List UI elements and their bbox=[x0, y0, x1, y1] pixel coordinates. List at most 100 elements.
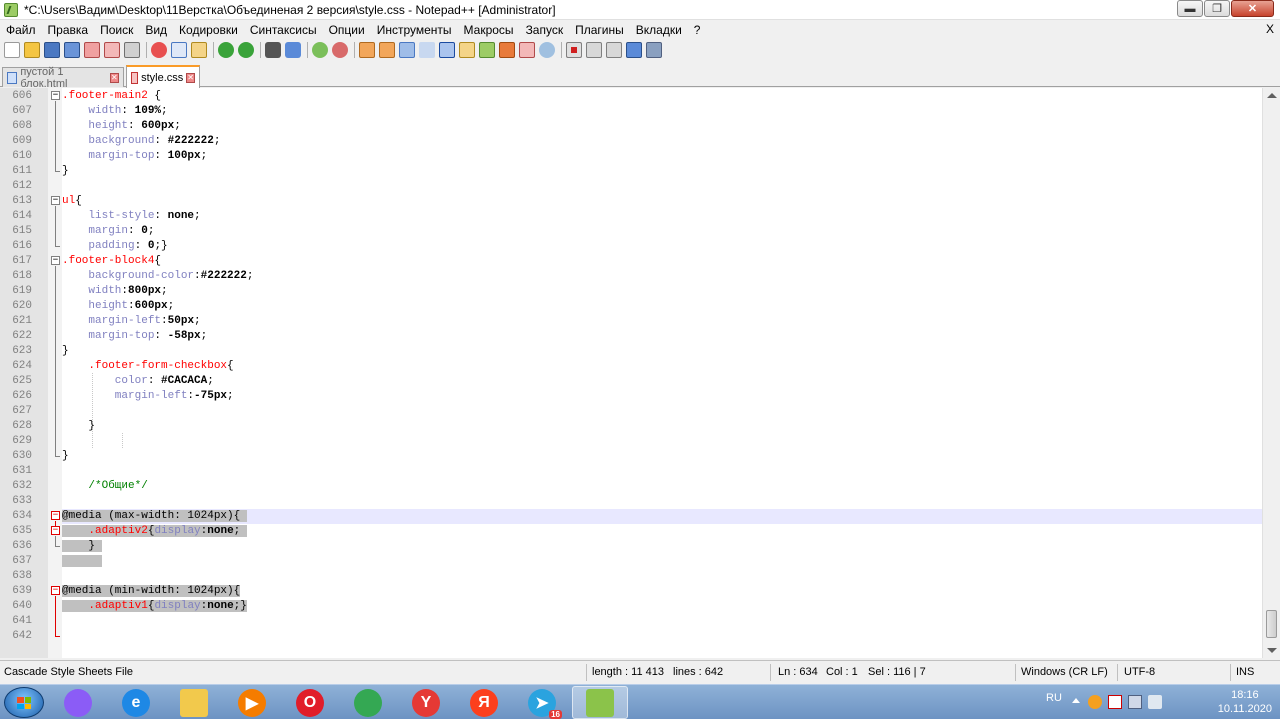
tray-app-icon[interactable] bbox=[1088, 695, 1102, 709]
menu-edit[interactable]: Правка bbox=[48, 23, 89, 37]
menu-macro[interactable]: Макросы bbox=[464, 23, 514, 37]
code-line[interactable] bbox=[62, 179, 1262, 194]
code-line[interactable]: width: 109%; bbox=[62, 104, 1262, 119]
folder-workspace-icon[interactable] bbox=[519, 42, 535, 58]
zoom-out-icon[interactable] bbox=[332, 42, 348, 58]
scrollbar-thumb[interactable] bbox=[1266, 610, 1277, 638]
taskbar-alice[interactable] bbox=[50, 686, 106, 719]
minimize-button[interactable]: ▬ bbox=[1177, 0, 1203, 17]
taskbar-opera[interactable]: O bbox=[282, 686, 338, 719]
code-line[interactable] bbox=[62, 464, 1262, 479]
fold-toggle-icon[interactable]: − bbox=[51, 526, 60, 535]
code-line[interactable]: .footer-form-checkbox{ bbox=[62, 359, 1262, 374]
taskbar-file-explorer[interactable] bbox=[166, 686, 222, 719]
taskbar-media-player[interactable]: ▶ bbox=[224, 686, 280, 719]
start-button[interactable] bbox=[4, 687, 44, 718]
code-line[interactable]: margin: 0; bbox=[62, 224, 1262, 239]
sync-horizontal-icon[interactable] bbox=[379, 42, 395, 58]
code-line[interactable]: /*Общие*/ bbox=[62, 479, 1262, 494]
code-line[interactable] bbox=[62, 554, 1262, 569]
paste-icon[interactable] bbox=[191, 42, 207, 58]
close-all-icon[interactable] bbox=[104, 42, 120, 58]
zoom-in-icon[interactable] bbox=[312, 42, 328, 58]
code-line[interactable]: .footer-block4{ bbox=[62, 254, 1262, 269]
maximize-button[interactable]: ❐ bbox=[1204, 0, 1230, 17]
tab-close-icon[interactable]: ✕ bbox=[186, 72, 195, 83]
action-center-flag-icon[interactable] bbox=[1108, 695, 1122, 709]
menu-plugins[interactable]: Плагины bbox=[575, 23, 624, 37]
close-file-icon[interactable] bbox=[84, 42, 100, 58]
code-line[interactable]: background-color:#222222; bbox=[62, 269, 1262, 284]
word-wrap-icon[interactable] bbox=[399, 42, 415, 58]
show-hidden-icons-icon[interactable] bbox=[1072, 698, 1080, 703]
fold-toggle-icon[interactable]: − bbox=[51, 196, 60, 205]
define-language-icon[interactable] bbox=[459, 42, 475, 58]
taskbar-internet-explorer[interactable]: e bbox=[108, 686, 164, 719]
play-multiple-macro-icon[interactable] bbox=[626, 42, 642, 58]
code-line[interactable]: @media (min-width: 1024px){ bbox=[62, 584, 1262, 599]
taskbar-telegram[interactable]: ➤ 16 bbox=[514, 686, 570, 719]
code-line[interactable]: margin-left:-75px; bbox=[62, 389, 1262, 404]
monitoring-eye-icon[interactable] bbox=[539, 42, 555, 58]
menu-window[interactable]: Вкладки bbox=[636, 23, 682, 37]
open-file-icon[interactable] bbox=[24, 42, 40, 58]
code-line[interactable] bbox=[62, 614, 1262, 629]
code-line[interactable]: margin-left:50px; bbox=[62, 314, 1262, 329]
sync-vertical-icon[interactable] bbox=[359, 42, 375, 58]
menu-view[interactable]: Вид bbox=[145, 23, 167, 37]
code-line[interactable]: } bbox=[62, 539, 1262, 554]
code-line[interactable]: padding: 0;} bbox=[62, 239, 1262, 254]
code-line[interactable] bbox=[62, 404, 1262, 419]
fold-toggle-icon[interactable]: − bbox=[51, 511, 60, 520]
new-file-icon[interactable] bbox=[4, 42, 20, 58]
play-macro-icon[interactable] bbox=[606, 42, 622, 58]
vertical-scrollbar[interactable] bbox=[1262, 88, 1280, 658]
menu-encoding[interactable]: Кодировки bbox=[179, 23, 238, 37]
scroll-down-icon[interactable] bbox=[1267, 648, 1277, 653]
taskbar-yandex[interactable]: Я bbox=[456, 686, 512, 719]
tab-style-css[interactable]: style.css ✕ bbox=[126, 65, 200, 88]
menu-settings[interactable]: Опции bbox=[329, 23, 365, 37]
menu-language[interactable]: Синтаксисы bbox=[250, 23, 317, 37]
code-line[interactable]: margin-top: -58px; bbox=[62, 329, 1262, 344]
code-line[interactable]: height: 600px; bbox=[62, 119, 1262, 134]
close-button[interactable]: ✕ bbox=[1231, 0, 1274, 17]
code-line[interactable]: @media (max-width: 1024px){ bbox=[62, 509, 1262, 524]
save-all-icon[interactable] bbox=[64, 42, 80, 58]
menu-run[interactable]: Запуск bbox=[526, 23, 564, 37]
document-map-icon[interactable] bbox=[479, 42, 495, 58]
tab-blank-block-html[interactable]: пустой 1 блок.html ✕ bbox=[2, 66, 124, 90]
find-icon[interactable] bbox=[265, 42, 281, 58]
function-list-icon[interactable] bbox=[499, 42, 515, 58]
taskbar-clock[interactable]: 18:16 10.11.2020 bbox=[1218, 688, 1272, 716]
code-line[interactable]: ul{ bbox=[62, 194, 1262, 209]
menu-tools[interactable]: Инструменты bbox=[377, 23, 452, 37]
fold-toggle-icon[interactable]: − bbox=[51, 256, 60, 265]
save-macro-icon[interactable] bbox=[646, 42, 662, 58]
record-macro-icon[interactable] bbox=[566, 42, 582, 58]
save-icon[interactable] bbox=[44, 42, 60, 58]
code-line[interactable]: color: #CACACA; bbox=[62, 374, 1262, 389]
fold-toggle-icon[interactable]: − bbox=[51, 586, 60, 595]
indent-guide-icon[interactable] bbox=[439, 42, 455, 58]
code-line[interactable] bbox=[62, 569, 1262, 584]
code-text-area[interactable]: .footer-main2 { width: 109%; height: 600… bbox=[62, 88, 1262, 658]
language-indicator[interactable]: RU bbox=[1046, 692, 1062, 704]
cut-icon[interactable] bbox=[151, 42, 167, 58]
code-line[interactable] bbox=[62, 494, 1262, 509]
code-editor[interactable]: 606 607 608 609 610 611 612 613 614 615 616 617 618 6… bbox=[0, 88, 1280, 658]
taskbar-notepad-plus-plus[interactable] bbox=[572, 686, 628, 719]
code-line[interactable]: list-style: none; bbox=[62, 209, 1262, 224]
taskbar-chrome[interactable] bbox=[340, 686, 396, 719]
status-encoding[interactable]: UTF-8 bbox=[1124, 666, 1155, 678]
copy-icon[interactable] bbox=[171, 42, 187, 58]
menu-help[interactable]: ? bbox=[694, 23, 701, 37]
menu-file[interactable]: Файл bbox=[6, 23, 36, 37]
code-line[interactable]: } bbox=[62, 419, 1262, 434]
code-line[interactable]: .footer-main2 { bbox=[62, 89, 1262, 104]
print-icon[interactable] bbox=[124, 42, 140, 58]
code-line[interactable]: } bbox=[62, 164, 1262, 179]
code-line[interactable]: .adaptiv2{display:none; bbox=[62, 524, 1262, 539]
code-line[interactable]: } bbox=[62, 449, 1262, 464]
network-icon[interactable] bbox=[1128, 695, 1142, 709]
